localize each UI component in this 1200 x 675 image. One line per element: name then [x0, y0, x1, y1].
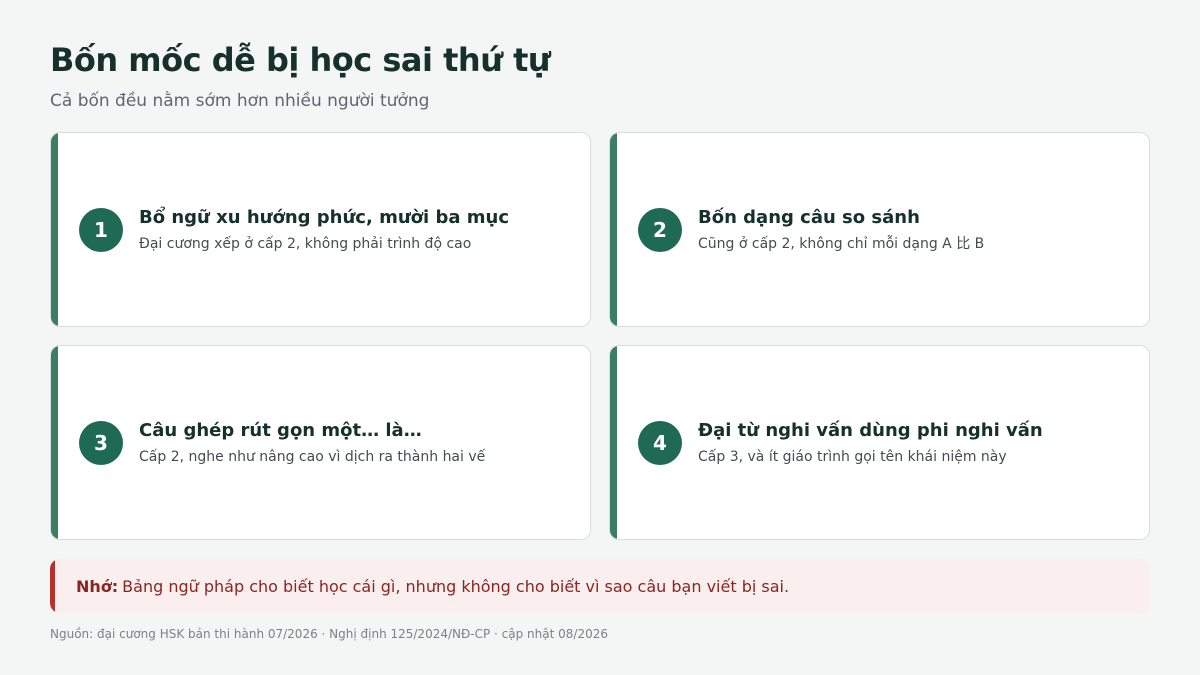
- card-text: Đại từ nghi vấn dùng phi nghi vấn Cấp 3,…: [698, 419, 1043, 466]
- milestone-card-4: 4 Đại từ nghi vấn dùng phi nghi vấn Cấp …: [609, 345, 1150, 540]
- number-badge: 2: [638, 207, 682, 252]
- milestone-grid: 1 Bổ ngữ xu hướng phức, mười ba mục Đại …: [50, 132, 1150, 540]
- page-subtitle: Cả bốn đều nằm sớm hơn nhiều người tưởng: [50, 91, 430, 111]
- page-title: Bốn mốc dễ bị học sai thứ tự: [50, 41, 551, 79]
- milestone-card-1: 1 Bổ ngữ xu hướng phức, mười ba mục Đại …: [50, 132, 591, 327]
- slide: Bốn mốc dễ bị học sai thứ tự Cả bốn đều …: [0, 0, 1200, 675]
- card-text: Câu ghép rút gọn một… là… Cấp 2, nghe nh…: [139, 419, 485, 466]
- card-title: Câu ghép rút gọn một… là…: [139, 420, 422, 441]
- card-description: Cũng ở cấp 2, không chỉ mỗi dạng A 比 B: [698, 236, 985, 252]
- number-badge: 3: [79, 420, 123, 465]
- note-label: Nhớ:: [76, 576, 119, 596]
- source-footnote: Nguồn: đại cương HSK bản thi hành 07/202…: [50, 627, 608, 641]
- card-text: Bổ ngữ xu hướng phức, mười ba mục Đại cư…: [139, 206, 509, 253]
- card-title: Bổ ngữ xu hướng phức, mười ba mục: [139, 207, 509, 228]
- milestone-card-2: 2 Bốn dạng câu so sánh Cũng ở cấp 2, khô…: [609, 132, 1150, 327]
- card-description: Cấp 3, và ít giáo trình gọi tên khái niệ…: [698, 449, 1007, 465]
- card-description: Cấp 2, nghe như nâng cao vì dịch ra thàn…: [139, 449, 486, 465]
- reminder-note: Nhớ: Bảng ngữ pháp cho biết học cái gì, …: [50, 559, 1150, 613]
- card-title: Bốn dạng câu so sánh: [698, 207, 920, 228]
- note-text: Bảng ngữ pháp cho biết học cái gì, nhưng…: [122, 576, 790, 596]
- card-text: Bốn dạng câu so sánh Cũng ở cấp 2, không…: [698, 206, 984, 253]
- milestone-card-3: 3 Câu ghép rút gọn một… là… Cấp 2, nghe …: [50, 345, 591, 540]
- number-badge: 1: [79, 207, 123, 252]
- card-description: Đại cương xếp ở cấp 2, không phải trình …: [139, 236, 472, 252]
- card-title: Đại từ nghi vấn dùng phi nghi vấn: [698, 420, 1043, 441]
- number-badge: 4: [638, 420, 682, 465]
